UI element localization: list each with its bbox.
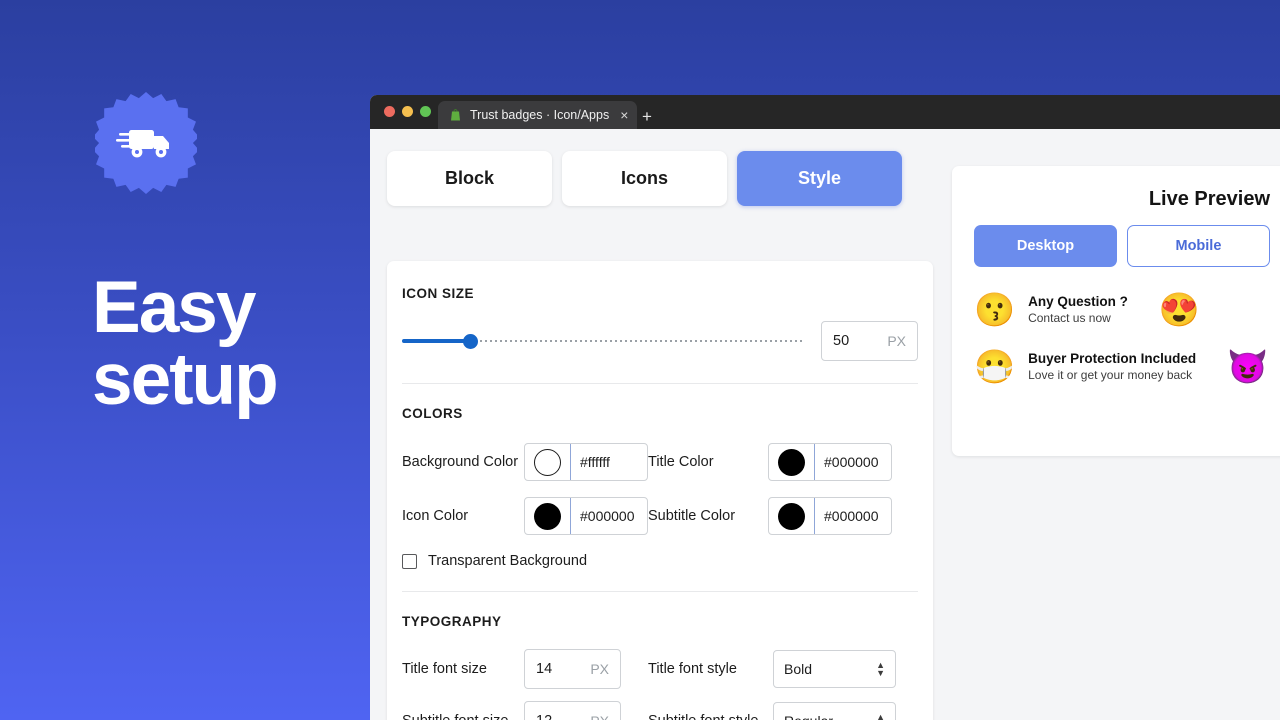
tab-style[interactable]: Style	[737, 151, 902, 206]
subtitle-font-size-input[interactable]: 12 PX	[524, 701, 621, 720]
icon-size-slider[interactable]	[402, 332, 803, 350]
badge-subtitle: Contact us now	[1028, 311, 1111, 325]
title-color-label: Title Color	[648, 453, 714, 470]
icon-color-swatch-cell[interactable]	[525, 498, 571, 534]
subtitle-color-input[interactable]: #000000	[768, 497, 892, 535]
section-divider-1	[402, 383, 918, 384]
new-tab-icon[interactable]: +	[642, 108, 652, 125]
browser-tab-title: Trust badges · Icon/Apps	[470, 108, 610, 122]
title-color-swatch	[778, 448, 805, 476]
section-divider-2	[402, 591, 918, 592]
settings-tabs: Block Icons Style	[387, 151, 902, 206]
slider-filled-track	[402, 339, 471, 343]
maximize-window-button[interactable]	[420, 106, 431, 117]
browser-tab[interactable]: Trust badges · Icon/Apps ×	[438, 101, 638, 129]
transparent-background-checkbox[interactable]	[402, 553, 417, 569]
colors-section-title: COLORS	[402, 406, 463, 421]
medical-mask-face-icon: 😷	[974, 348, 1016, 385]
subtitle-font-style-value: Regular	[784, 713, 833, 720]
subtitle-color-swatch	[778, 502, 805, 530]
tab-icons[interactable]: Icons	[562, 151, 727, 206]
live-preview-title: Live Preview	[1148, 188, 1270, 210]
headline-line-2: setup	[92, 338, 279, 420]
background-color-value: #ffffff	[580, 454, 610, 470]
subtitle-font-size-value: 12	[536, 713, 552, 720]
minimize-window-button[interactable]	[402, 106, 413, 117]
icon-color-value: #000000	[580, 508, 635, 524]
title-color-value: #000000	[824, 454, 879, 470]
subtitle-font-style-select[interactable]: Regular ▲▼	[773, 702, 896, 720]
whistling-face-icon: 😗	[974, 291, 1016, 328]
stepper-icon[interactable]: ▲▼	[876, 713, 885, 720]
subtitle-color-swatch-cell[interactable]	[769, 498, 815, 534]
close-window-button[interactable]	[384, 106, 395, 117]
colors-grid: Background Color #ffffff Title Color #00…	[402, 443, 918, 535]
heart-eyes-face-icon: 😍	[1158, 291, 1200, 328]
shopify-bag-icon	[448, 108, 462, 122]
background-color-swatch	[534, 448, 561, 476]
live-preview-card: Live Preview Desktop Mobile 😗 Any Questi…	[952, 166, 1280, 456]
list-item: 😷 Buyer Protection Included Love it or g…	[974, 350, 1270, 383]
typography-grid: Title font size 14 PX Title font style B…	[402, 649, 918, 720]
stepper-icon[interactable]: ▲▼	[876, 661, 885, 678]
background-color-label: Background Color	[402, 453, 519, 470]
badge-subtitle: Love it or get your money back	[1028, 368, 1193, 382]
window-controls[interactable]	[384, 106, 431, 117]
title-font-style-select[interactable]: Bold ▲ ▼	[773, 650, 896, 688]
slider-thumb[interactable]	[463, 334, 479, 349]
title-font-size-unit: PX	[590, 661, 609, 677]
title-font-size-input[interactable]: 14 PX	[524, 649, 621, 689]
icon-size-section-title: ICON SIZE	[402, 286, 475, 301]
subtitle-font-style-label: Subtitle font style	[648, 710, 773, 720]
browser-window: Trust badges · Icon/Apps × + Block Icons…	[370, 95, 1280, 720]
headline-line-1: Easy	[92, 267, 256, 348]
subtitle-color-label: Subtitle Color	[648, 507, 736, 524]
smiling-imp-face-icon: 😈	[1227, 348, 1269, 385]
device-desktop-button[interactable]: Desktop	[974, 225, 1117, 267]
subtitle-font-size-label: Subtitle font size	[402, 710, 524, 720]
style-settings-card: ICON SIZE 50 PX COLORS Background Color	[387, 261, 933, 720]
background-color-swatch-cell[interactable]	[525, 444, 571, 480]
background-color-input[interactable]: #ffffff	[524, 443, 648, 481]
icon-color-label: Icon Color	[402, 507, 469, 524]
title-font-size-value: 14	[536, 661, 553, 677]
icon-size-unit: PX	[887, 333, 906, 349]
subtitle-font-size-unit: PX	[590, 713, 609, 720]
slider-remaining-track	[470, 340, 803, 342]
title-font-style-label: Title font style	[648, 660, 737, 677]
preview-badge-list: 😗 Any Question ? Contact us now 😍 😷 Buye…	[974, 293, 1270, 383]
close-tab-icon[interactable]: ×	[617, 108, 628, 122]
transparent-background-label: Transparent Background	[428, 553, 588, 569]
badge-title: Buyer Protection Included	[1028, 351, 1197, 366]
title-font-style-value: Bold	[784, 661, 813, 677]
icon-size-value: 50	[833, 333, 850, 349]
subtitle-color-value: #000000	[824, 508, 879, 524]
title-color-input[interactable]: #000000	[768, 443, 892, 481]
list-item: 😗 Any Question ? Contact us now 😍	[974, 293, 1270, 326]
title-color-swatch-cell[interactable]	[769, 444, 815, 480]
transparent-background-row[interactable]: Transparent Background	[402, 553, 918, 569]
promo-headline: Easy setup	[92, 267, 279, 420]
typography-section-title: TYPOGRAPHY	[402, 614, 502, 629]
icon-size-input[interactable]: 50 PX	[821, 321, 918, 361]
tab-block[interactable]: Block	[387, 151, 552, 206]
icon-size-row: 50 PX	[402, 321, 918, 361]
title-font-size-label: Title font size	[402, 660, 487, 677]
icon-color-input[interactable]: #000000	[524, 497, 648, 535]
icon-color-swatch	[534, 502, 561, 530]
browser-titlebar: Trust badges · Icon/Apps × +	[370, 95, 1280, 129]
app-page: Block Icons Style ICON SIZE 50 PX COLORS	[370, 129, 1280, 720]
badge-title: Any Question ?	[1028, 294, 1128, 309]
promo-panel: Easy setup	[0, 0, 370, 720]
device-toggle-group: Desktop Mobile	[974, 225, 1270, 267]
device-mobile-button[interactable]: Mobile	[1126, 225, 1270, 267]
delivery-truck-icon	[116, 130, 169, 158]
trust-badge-emblem	[95, 92, 197, 194]
